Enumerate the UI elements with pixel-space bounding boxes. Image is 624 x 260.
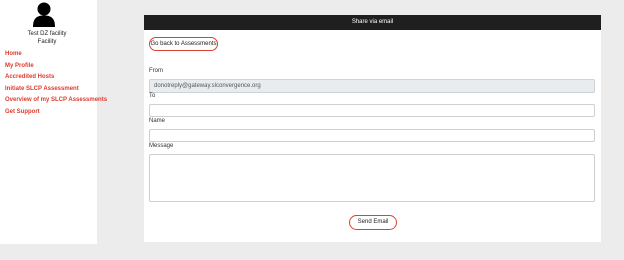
to-input[interactable] — [149, 104, 595, 117]
from-label: From — [149, 68, 163, 74]
panel-title: Share via email — [144, 15, 601, 30]
back-to-assessments-button[interactable]: Go back to Assessments — [149, 37, 218, 51]
nav-overview-assessments[interactable]: Overview of my SLCP Assessments — [5, 95, 107, 107]
sidebar: Test DZ facility Facility Home My Profil… — [0, 0, 107, 244]
share-email-panel: Share via email Go back to Assessments F… — [144, 15, 601, 242]
message-label: Message — [149, 143, 174, 149]
name-label: Name — [149, 118, 166, 124]
message-textarea[interactable] — [149, 154, 595, 202]
user-avatar-icon — [33, 2, 55, 27]
name-input[interactable] — [149, 129, 595, 142]
nav-get-support[interactable]: Get Support — [5, 107, 107, 119]
sidebar-nav: Home My Profile Accredited Hosts Initiat… — [5, 49, 107, 118]
from-field: donotreply@gateway.slconvergence.org — [149, 79, 595, 93]
nav-initiate-assessment[interactable]: Initiate SLCP Assessment — [5, 84, 107, 96]
to-label: To — [149, 93, 156, 99]
send-email-button[interactable]: Send Email — [349, 215, 397, 230]
nav-accredited-hosts[interactable]: Accredited Hosts — [5, 72, 107, 84]
user-name: Test DZ facility — [27, 31, 67, 37]
nav-my-profile[interactable]: My Profile — [5, 61, 107, 73]
nav-home[interactable]: Home — [5, 49, 107, 61]
user-role: Facility — [37, 39, 57, 45]
